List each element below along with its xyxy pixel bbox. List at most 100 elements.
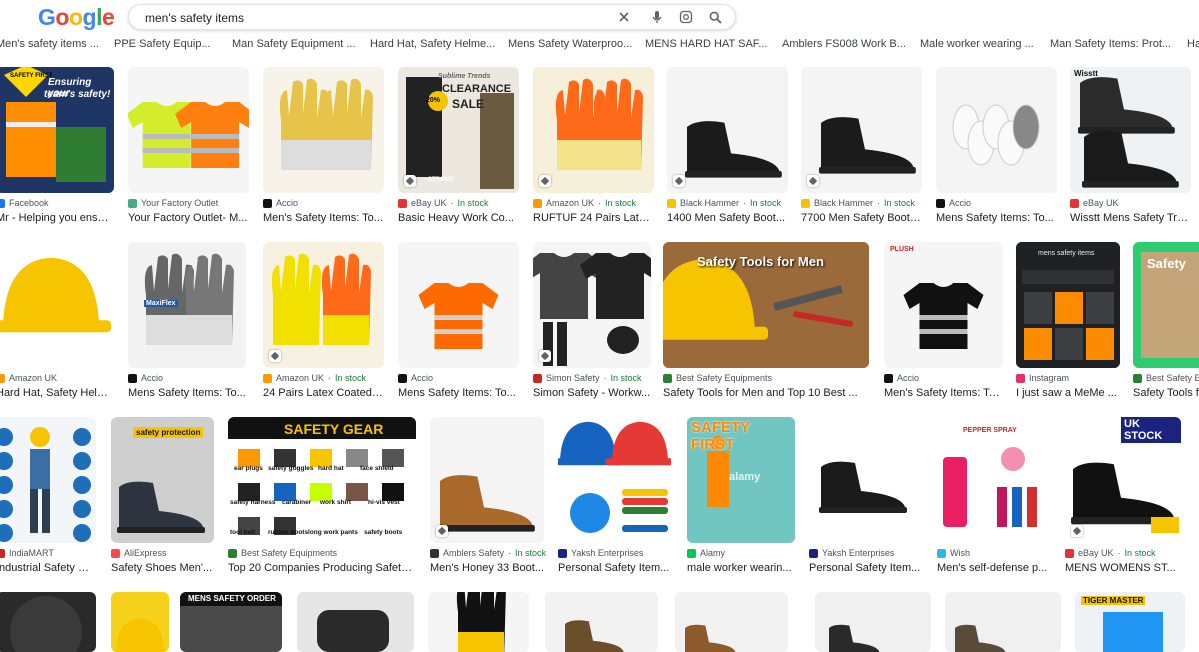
- result-title[interactable]: I just saw a MeMe ...: [1016, 387, 1120, 399]
- result-source[interactable]: Amazon UK · In stock: [263, 373, 366, 383]
- related-search-chip[interactable]: Mens Safety Waterproo...: [508, 38, 632, 50]
- result-title[interactable]: Mens Safety Items: To...: [398, 387, 519, 399]
- result-thumbnail[interactable]: [533, 242, 651, 368]
- result-source[interactable]: Amazon UK · In stock: [533, 198, 636, 208]
- result-title[interactable]: Personal Safety Item...: [809, 562, 923, 574]
- result-thumbnail[interactable]: safety protection: [111, 417, 214, 543]
- result-thumbnail[interactable]: [801, 67, 922, 193]
- result-thumbnail[interactable]: [430, 417, 544, 543]
- microphone-icon[interactable]: [648, 8, 666, 26]
- result-title[interactable]: Safety Tools for Men and Top 10 Best ...: [663, 387, 869, 399]
- result-thumbnail[interactable]: [815, 592, 931, 652]
- result-source[interactable]: Black Hammer · In stock: [667, 198, 781, 208]
- result-source[interactable]: Black Hammer · In stock: [801, 198, 915, 208]
- result-title[interactable]: RUFTUF 24 Pairs Late...: [533, 212, 654, 224]
- result-source[interactable]: Amazon UK: [0, 373, 57, 383]
- result-title[interactable]: 1400 Men Safety Boot...: [667, 212, 788, 224]
- search-icon[interactable]: [706, 8, 724, 26]
- result-thumbnail[interactable]: [263, 242, 384, 368]
- result-title[interactable]: Basic Heavy Work Co...: [398, 212, 519, 224]
- result-source[interactable]: Simon Safety · In stock: [533, 373, 642, 383]
- result-title[interactable]: Hard Hat, Safety Helm...: [0, 387, 114, 399]
- result-thumbnail[interactable]: [263, 67, 384, 193]
- result-thumbnail[interactable]: mens safety items: [1016, 242, 1120, 368]
- result-source[interactable]: Best Safety Equipments: [663, 373, 772, 383]
- result-thumbnail[interactable]: SAFETY GEAR ear plugs safety goggles hard h…: [228, 417, 416, 543]
- related-search-chip[interactable]: MENS HARD HAT SAF...: [645, 38, 767, 50]
- result-title[interactable]: Personal Safety Item...: [558, 562, 671, 574]
- result-thumbnail[interactable]: TIGER MASTER: [1075, 592, 1185, 652]
- search-input[interactable]: [143, 8, 607, 28]
- result-title[interactable]: MENS WOMENS ST...: [1065, 562, 1181, 574]
- result-title[interactable]: Simon Safety - Workw...: [533, 387, 651, 399]
- related-search-chip[interactable]: Amblers FS008 Work B...: [782, 38, 906, 50]
- result-thumbnail[interactable]: UK STOCK: [1065, 417, 1181, 543]
- result-title[interactable]: Safety Tools fo: [1133, 387, 1199, 399]
- result-source[interactable]: Alamy: [687, 548, 725, 558]
- result-title[interactable]: Men's Honey 33 Boot...: [430, 562, 544, 574]
- related-search-chip[interactable]: Male worker wearing ...: [920, 38, 1034, 50]
- result-thumbnail[interactable]: Ensuring your team's safety! SAFETY FIRST: [0, 67, 114, 193]
- result-title[interactable]: male worker wearin...: [687, 562, 795, 574]
- result-thumbnail[interactable]: Sublime Trends CLEARANCE SALE 20% STRONG: [398, 67, 519, 193]
- result-source[interactable]: eBay UK · In stock: [1065, 548, 1156, 558]
- result-source[interactable]: Accio: [884, 373, 919, 383]
- related-search-chip[interactable]: PPE Safety Equip...: [114, 38, 211, 50]
- result-source[interactable]: Facebook: [0, 198, 49, 208]
- result-thumbnail[interactable]: [297, 592, 414, 652]
- related-search-chip[interactable]: Hard Hat, Safety Helme...: [370, 38, 495, 50]
- result-thumbnail[interactable]: SAFETY FIRST alamy: [687, 417, 795, 543]
- result-thumbnail[interactable]: [675, 592, 788, 652]
- result-thumbnail[interactable]: [128, 67, 249, 193]
- result-title[interactable]: Men's Safety Items: To...: [263, 212, 384, 224]
- result-source[interactable]: Accio: [398, 373, 433, 383]
- result-thumbnail[interactable]: [0, 417, 96, 543]
- result-source[interactable]: Accio: [128, 373, 163, 383]
- result-source[interactable]: Instagram: [1016, 373, 1069, 383]
- result-title[interactable]: Mens Safety Items: To...: [128, 387, 246, 399]
- result-thumbnail[interactable]: [809, 417, 923, 543]
- clear-icon[interactable]: [615, 8, 633, 26]
- result-thumbnail[interactable]: PLUSH: [884, 242, 1003, 368]
- related-search-chip[interactable]: Men's safety items ...: [0, 38, 99, 50]
- result-source[interactable]: eBay UK: [1070, 198, 1119, 208]
- result-thumbnail[interactable]: [0, 592, 96, 652]
- result-title[interactable]: Men's self-defense p...: [937, 562, 1050, 574]
- google-logo[interactable]: Google: [38, 4, 115, 31]
- result-source[interactable]: IndiaMART: [0, 548, 54, 558]
- result-title[interactable]: 24 Pairs Latex Coated ...: [263, 387, 384, 399]
- result-source[interactable]: AliExpress: [111, 548, 167, 558]
- result-source[interactable]: Your Factory Outlet: [128, 198, 218, 208]
- result-thumbnail[interactable]: MaxiFlex: [128, 242, 246, 368]
- result-thumbnail[interactable]: [667, 67, 788, 193]
- result-source[interactable]: Yaksh Enterprises: [809, 548, 894, 558]
- result-title[interactable]: Mr - Helping you ensur...: [0, 212, 114, 224]
- result-source[interactable]: eBay UK · In stock: [398, 198, 489, 208]
- result-title[interactable]: Your Factory Outlet- M...: [128, 212, 249, 224]
- result-source[interactable]: Accio: [263, 198, 298, 208]
- related-search-chip[interactable]: Ha: [1187, 38, 1199, 50]
- result-thumbnail[interactable]: Wisstt: [1070, 67, 1191, 193]
- result-thumbnail[interactable]: PEPPER SPRAY: [937, 417, 1050, 543]
- result-title[interactable]: Safety Shoes Men'...: [111, 562, 214, 574]
- result-thumbnail[interactable]: [936, 67, 1057, 193]
- result-thumbnail[interactable]: [111, 592, 169, 652]
- result-title[interactable]: 7700 Men Safety Boot ...: [801, 212, 922, 224]
- result-thumbnail[interactable]: [428, 592, 529, 652]
- result-thumbnail[interactable]: [945, 592, 1061, 652]
- result-source[interactable]: Amblers Safety · In stock: [430, 548, 546, 558]
- result-title[interactable]: Men's Safety Items: To...: [884, 387, 1003, 399]
- result-thumbnail[interactable]: [545, 592, 658, 652]
- result-thumbnail[interactable]: Safety: [1133, 242, 1199, 368]
- result-thumbnail[interactable]: [558, 417, 671, 543]
- result-source[interactable]: Best Safety Equipments: [228, 548, 337, 558]
- result-thumbnail[interactable]: [0, 242, 114, 368]
- result-source[interactable]: Wish: [937, 548, 970, 558]
- related-search-chip[interactable]: Man Safety Items: Prot...: [1050, 38, 1171, 50]
- result-source[interactable]: Accio: [936, 198, 971, 208]
- result-thumbnail[interactable]: [533, 67, 654, 193]
- result-title[interactable]: Top 20 Companies Producing Safety ...: [228, 562, 416, 574]
- result-thumbnail[interactable]: [398, 242, 519, 368]
- result-title[interactable]: Wisstt Mens Safety Tra...: [1070, 212, 1191, 224]
- related-search-chip[interactable]: Man Safety Equipment ...: [232, 38, 356, 50]
